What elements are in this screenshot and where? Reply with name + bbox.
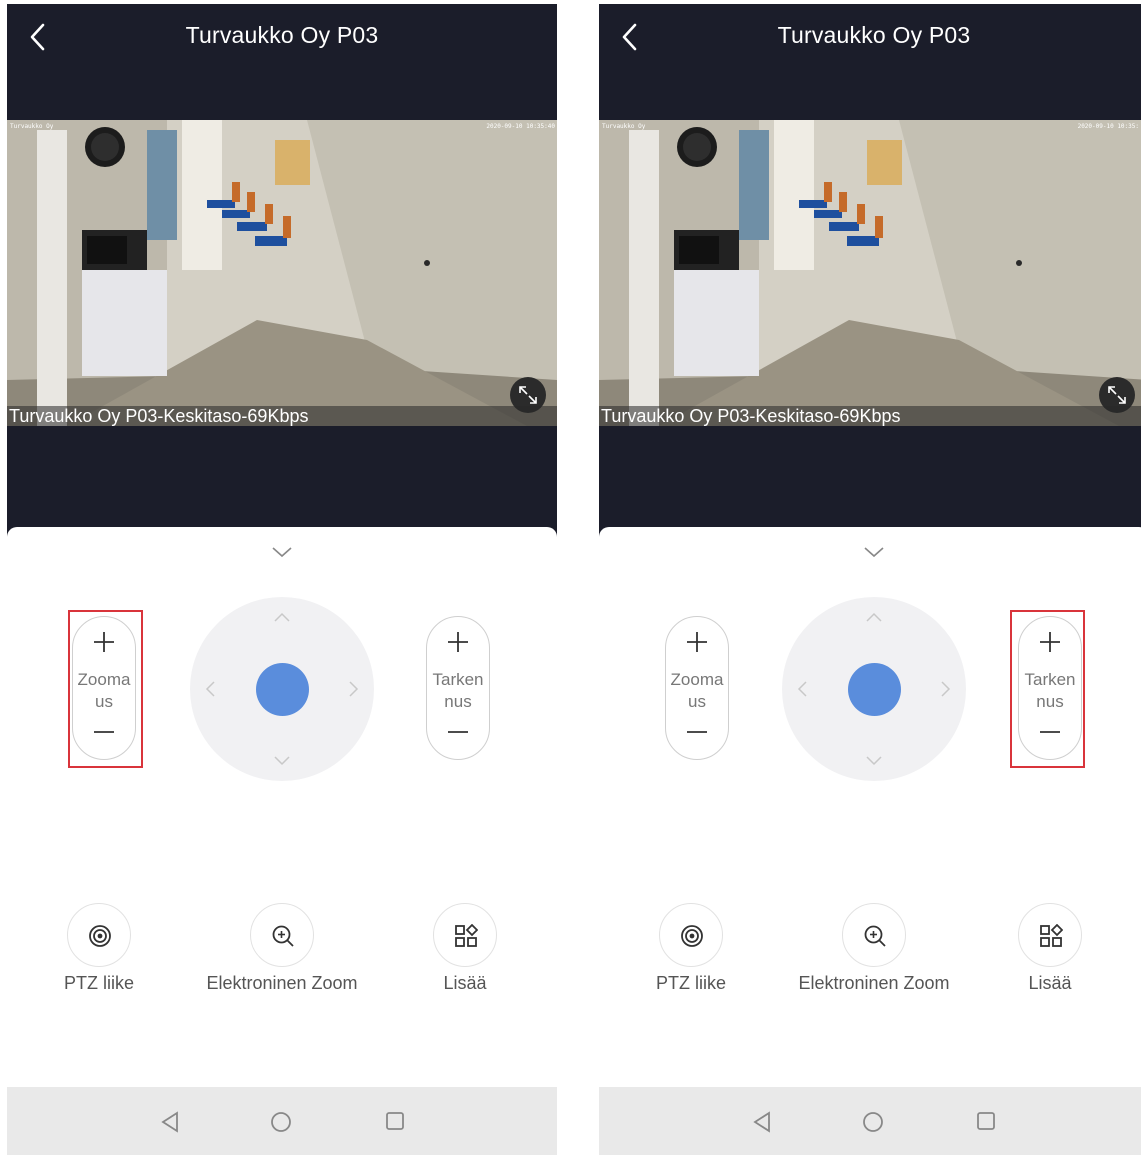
electronic-zoom-button[interactable] (250, 903, 314, 967)
ptz-button[interactable] (659, 903, 723, 967)
chevron-down-icon[interactable] (863, 545, 885, 559)
focus-label: Tarken nus (423, 669, 493, 713)
arrow-up-icon[interactable] (865, 611, 883, 623)
arrow-down-icon[interactable] (273, 755, 291, 767)
ptz-move-action[interactable]: PTZ liike (611, 903, 771, 994)
zoom-out-button[interactable] (666, 717, 728, 752)
ptz-button[interactable] (67, 903, 131, 967)
electronic-zoom-button[interactable] (842, 903, 906, 967)
electronic-zoom-label: Elektroninen Zoom (206, 973, 358, 993)
nav-recents-icon[interactable] (385, 1111, 405, 1131)
more-action[interactable]: Lisää (385, 903, 545, 994)
arrow-left-icon[interactable] (204, 680, 216, 698)
highlight-box (68, 610, 143, 768)
more-button[interactable] (433, 903, 497, 967)
more-label: Lisää (1028, 973, 1072, 993)
zoom-in-icon (272, 925, 294, 947)
highlight-box (1010, 610, 1085, 768)
page-title: Turvaukko Oy P03 (777, 22, 971, 48)
more-action[interactable]: Lisää (970, 903, 1130, 994)
electronic-zoom-action[interactable]: Elektroninen Zoom (202, 903, 362, 994)
nav-home-icon[interactable] (270, 1111, 292, 1133)
osd-timestamp: 2020-09-10 10:35:40 (486, 123, 555, 130)
direction-pad[interactable] (190, 597, 374, 781)
focus-plus-button[interactable] (427, 627, 489, 662)
arrow-down-icon[interactable] (865, 755, 883, 767)
plus-icon (448, 632, 468, 652)
page-title: Turvaukko Oy P03 (185, 22, 379, 48)
more-label: Lisää (443, 973, 487, 993)
more-grid-icon (455, 924, 478, 947)
arrow-left-icon[interactable] (796, 680, 808, 698)
zoom-in-button[interactable] (666, 627, 728, 662)
minus-icon (448, 731, 468, 733)
ptz-move-label: PTZ liike (63, 973, 134, 993)
focus-label-line2: nus (444, 692, 472, 711)
zoom-label: Zooma us (662, 669, 732, 713)
zoom-in-icon (864, 925, 886, 947)
system-nav-bar (599, 1087, 1141, 1155)
ptz-move-action[interactable]: PTZ liike (19, 903, 179, 994)
screen-left: Turvaukko Oy P03 Turvaukko Oy 2020-09-10… (7, 4, 557, 1155)
nav-back-icon[interactable] (160, 1111, 180, 1133)
dpad-center-knob[interactable] (256, 663, 309, 716)
camera-scene (7, 120, 557, 426)
ptz-panel: Zooma us Tarken nus PTZ liike Elektronin… (7, 527, 557, 1087)
nav-recents-icon[interactable] (976, 1111, 996, 1131)
arrow-right-icon[interactable] (348, 680, 360, 698)
electronic-zoom-action[interactable]: Elektroninen Zoom (794, 903, 954, 994)
osd-camera-name: Turvaukko Oy (10, 123, 54, 130)
video-feed[interactable]: Turvaukko Oy 2020-09-10 10:35:40 Turvauk… (7, 120, 557, 426)
arrow-right-icon[interactable] (940, 680, 952, 698)
ptz-panel: Zooma us Tarken nus PTZ liike Elektronin… (599, 527, 1141, 1087)
nav-back-icon[interactable] (752, 1111, 772, 1133)
focus-label-line1: Tarken (432, 670, 484, 689)
more-grid-icon (1040, 924, 1063, 947)
stream-label: Turvaukko Oy P03-Keskitaso-69Kbps (7, 406, 557, 426)
zoom-label-line2: us (688, 692, 706, 711)
arrow-up-icon[interactable] (273, 611, 291, 623)
osd-camera-name: Turvaukko Oy (602, 123, 646, 130)
camera-scene (599, 120, 1141, 426)
ptz-move-label: PTZ liike (655, 973, 726, 993)
zoom-control: Zooma us (665, 616, 729, 760)
nav-home-icon[interactable] (862, 1111, 884, 1133)
chevron-down-icon[interactable] (271, 545, 293, 559)
plus-icon (687, 632, 707, 652)
system-nav-bar (7, 1087, 557, 1155)
screen-right: Turvaukko Oy P03 Turvaukko Oy 2020-09-10… (599, 4, 1141, 1155)
minus-icon (687, 731, 707, 733)
electronic-zoom-label: Elektroninen Zoom (798, 973, 950, 993)
more-button[interactable] (1018, 903, 1082, 967)
focus-control: Tarken nus (426, 616, 490, 760)
ptz-target-icon (89, 925, 111, 947)
ptz-target-icon (681, 925, 703, 947)
zoom-label-line1: Zooma (670, 670, 724, 689)
stream-label: Turvaukko Oy P03-Keskitaso-69Kbps (599, 406, 1141, 426)
dpad-center-knob[interactable] (848, 663, 901, 716)
osd-timestamp: 2020-09-10 10:35: (1077, 123, 1139, 130)
video-feed[interactable]: Turvaukko Oy 2020-09-10 10:35: Turvaukko… (599, 120, 1141, 426)
direction-pad[interactable] (782, 597, 966, 781)
focus-minus-button[interactable] (427, 717, 489, 752)
